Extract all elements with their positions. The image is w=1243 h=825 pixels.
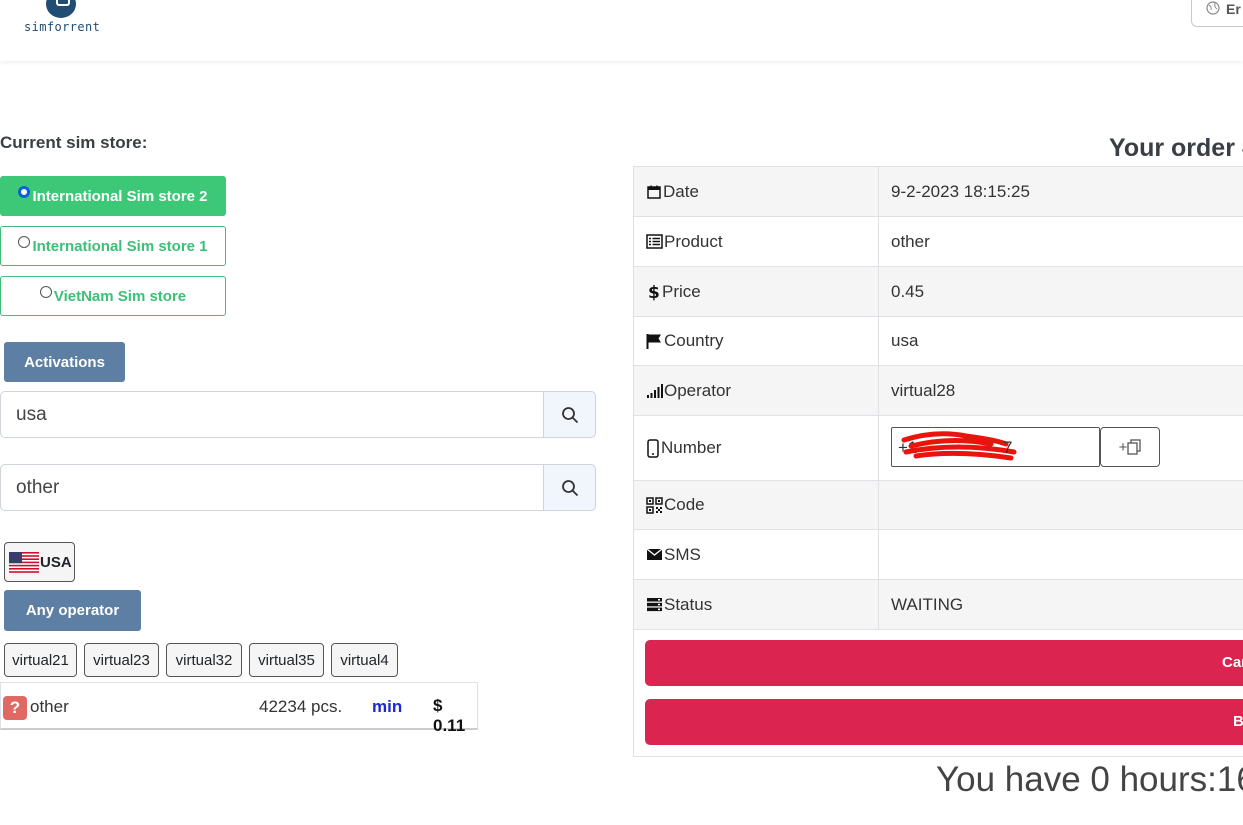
second-button-label: B	[1233, 713, 1243, 730]
order-label: Code	[664, 495, 705, 514]
operator-chip[interactable]: virtual21	[4, 643, 77, 677]
order-label: Product	[664, 231, 723, 251]
question-icon: ?	[3, 696, 27, 720]
operator-chip[interactable]: virtual35	[249, 643, 324, 677]
operator-chip[interactable]: virtual4	[331, 643, 398, 677]
country-search: usa	[0, 391, 596, 438]
top-header: simforrent Er	[0, 0, 1243, 61]
flag-icon	[646, 333, 661, 349]
logo-text: simforrent	[24, 20, 101, 34]
order-value	[879, 481, 1243, 529]
order-value: 0.45	[891, 281, 925, 301]
copy-button-label: +	[1118, 438, 1128, 456]
cancel-button-label: Can	[1222, 654, 1243, 671]
order-value: 9-2-2023 18:15:25	[891, 181, 1030, 201]
globe-icon	[1206, 1, 1220, 15]
store-option-label: International Sim store 2	[32, 187, 208, 205]
radio-icon[interactable]	[18, 236, 31, 248]
server-icon	[647, 598, 662, 612]
search-icon	[562, 480, 579, 497]
country-search-button[interactable]	[544, 391, 596, 438]
product-list-item[interactable]: ? other 42234 pcs. min $ 0.11	[0, 682, 478, 735]
second-order-button[interactable]: B	[645, 699, 1243, 745]
language-button[interactable]: Er	[1191, 0, 1243, 27]
language-label: Er	[1226, 1, 1241, 17]
order-row-operator: Operator virtual28	[634, 366, 1243, 416]
signal-icon	[647, 383, 663, 398]
time-remaining-text: You have 0 hours:16	[936, 760, 1243, 799]
product-search-input[interactable]: other	[0, 464, 544, 511]
order-label-cell: Date	[634, 167, 879, 216]
product-search: other	[0, 464, 596, 511]
order-value: WAITING	[891, 594, 964, 614]
store-option-label: International Sim store 1	[32, 237, 208, 255]
order-value: other	[891, 231, 930, 251]
order-value	[879, 530, 1243, 579]
envelope-icon	[646, 548, 663, 560]
order-value: virtual28	[891, 380, 956, 400]
order-label-cell: Product	[634, 217, 879, 266]
phone-number-field[interactable]: +1 7	[891, 427, 1100, 467]
product-price: $ 0.11	[433, 696, 466, 735]
order-label-cell: Number	[634, 416, 879, 480]
country-search-input[interactable]: usa	[0, 391, 544, 438]
operator-chip[interactable]: virtual32	[166, 643, 242, 677]
order-label-cell: Operator	[634, 366, 879, 415]
order-row-country: Country usa	[634, 317, 1243, 366]
site-logo[interactable]: simforrent	[24, 0, 101, 36]
order-label: Country	[664, 331, 724, 350]
order-label-cell: Code	[634, 481, 879, 529]
order-row-status: Status WAITING	[634, 580, 1243, 630]
order-row-number: Number +1 7 +	[634, 416, 1243, 481]
dollar-icon: $	[648, 283, 660, 301]
order-label: SMS	[664, 544, 701, 564]
order-label: Price	[662, 281, 701, 301]
order-label: Operator	[664, 380, 732, 400]
store-option-label: VietNam Sim store	[53, 287, 187, 305]
svg-text:$: $	[648, 283, 660, 301]
order-value: usa	[891, 331, 919, 350]
search-icon	[562, 407, 579, 424]
order-label-cell: $ Price	[634, 267, 879, 316]
radio-checked-icon[interactable]	[18, 186, 31, 198]
phone-number-suffix: 7	[1003, 438, 1013, 457]
us-flag-icon	[9, 551, 39, 573]
phone-logo-icon	[46, 0, 76, 18]
country-chip-label: USA	[40, 553, 72, 571]
store-option-international-1[interactable]: International Sim store 1	[0, 226, 226, 266]
order-label-cell: SMS	[634, 530, 879, 579]
qr-code-icon	[646, 496, 663, 514]
copy-number-button[interactable]: +	[1100, 427, 1160, 467]
cancel-order-button[interactable]: Can	[645, 640, 1243, 686]
order-label-cell: Country	[634, 317, 879, 365]
product-name: other	[30, 697, 69, 716]
any-operator-button[interactable]: Any operator	[4, 590, 141, 631]
order-row-date: Date 9-2-2023 18:15:25	[634, 167, 1243, 217]
radio-icon[interactable]	[39, 286, 52, 298]
product-count: 42234 pcs.	[259, 697, 343, 716]
order-title: Your order #	[1109, 134, 1243, 162]
order-row-price: $ Price 0.45	[634, 267, 1243, 317]
phone-icon	[647, 438, 659, 458]
order-label-cell: Status	[634, 580, 879, 629]
order-label: Number	[661, 438, 722, 457]
product-search-button[interactable]	[544, 464, 596, 511]
copy-icon	[1127, 439, 1142, 455]
calendar-icon	[647, 185, 661, 199]
order-label: Date	[663, 181, 699, 201]
list-icon	[646, 234, 663, 249]
min-link[interactable]: min	[372, 697, 402, 717]
order-row-sms: SMS	[634, 530, 1243, 580]
order-label: Status	[664, 594, 713, 614]
store-label: Current sim store:	[0, 133, 148, 152]
activations-button[interactable]: Activations	[4, 342, 125, 382]
store-option-vietnam[interactable]: VietNam Sim store	[0, 276, 226, 316]
country-chip-usa[interactable]: USA	[4, 542, 75, 582]
order-row-product: Product other	[634, 217, 1243, 267]
order-row-code: Code	[634, 481, 1243, 530]
operator-chip[interactable]: virtual23	[84, 643, 159, 677]
store-option-international-2[interactable]: International Sim store 2	[0, 176, 226, 216]
